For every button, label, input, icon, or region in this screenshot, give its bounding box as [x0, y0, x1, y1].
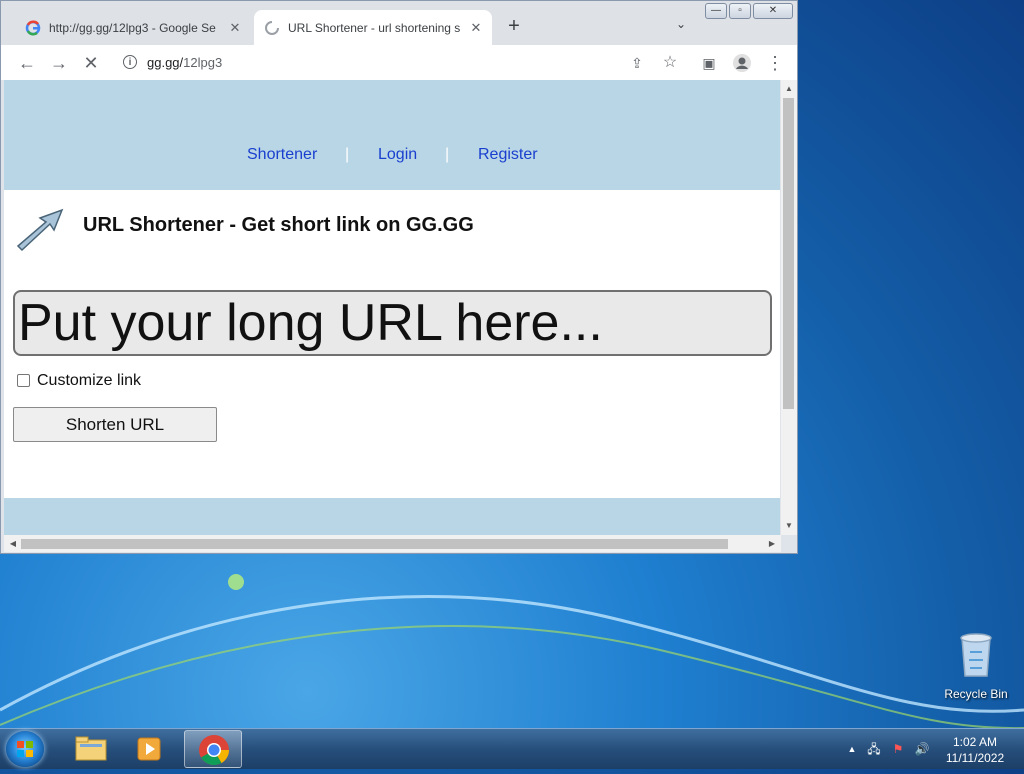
site-footer-band [4, 498, 780, 535]
back-arrow-icon[interactable]: ← [17, 53, 37, 73]
network-icon[interactable]: 🖧 [866, 741, 882, 757]
minimize-button[interactable]: — [705, 3, 727, 19]
show-hidden-icons-icon[interactable]: ▲ [844, 741, 860, 757]
scroll-right-icon[interactable]: ▶ [765, 535, 779, 552]
customize-link-checkbox[interactable] [17, 374, 30, 387]
browser-toolbar: ← → ✕ i gg.gg/12lpg3 ⇪ ☆ ▣ ⋮ [1, 45, 797, 80]
tab-google-search[interactable]: http://gg.gg/12lpg3 - Google Se ✕ [15, 10, 251, 45]
stop-loading-icon[interactable]: ✕ [81, 53, 101, 73]
share-icon[interactable]: ⇪ [627, 53, 647, 73]
horizontal-scroll-thumb[interactable] [21, 539, 728, 549]
tab-close-icon[interactable]: ✕ [227, 20, 243, 36]
tab-close-icon[interactable]: ✕ [468, 20, 484, 36]
nav-register-link[interactable]: Register [478, 146, 538, 164]
taskbar-explorer-button[interactable] [62, 730, 120, 768]
chrome-icon [199, 735, 229, 766]
clock-date: 11/11/2022 [945, 751, 1005, 765]
url-path: 12lpg3 [183, 55, 223, 70]
side-panel-icon[interactable]: ▣ [699, 53, 719, 73]
nav-separator: | [345, 146, 350, 163]
scroll-up-icon[interactable]: ▲ [781, 82, 797, 96]
loading-spinner-icon [265, 20, 279, 35]
volume-icon[interactable]: 🔊 [914, 741, 930, 757]
new-tab-button[interactable]: + [504, 16, 524, 36]
tab-strip: http://gg.gg/12lpg3 - Google Se ✕ URL Sh… [1, 1, 797, 45]
desktop-wallpaper-swoosh [0, 574, 1024, 730]
taskbar: ▲ 🖧 ⚑ 🔊 1:02 AM 11/11/2022 [0, 728, 1024, 769]
horizontal-scrollbar[interactable]: ◀ ▶ [4, 535, 781, 552]
recycle-bin-label: Recycle Bin [944, 687, 1008, 701]
url-host: gg.gg/ [147, 55, 184, 70]
folder-icon [75, 736, 107, 761]
site-info-icon[interactable]: i [123, 55, 137, 69]
scroll-left-icon[interactable]: ◀ [6, 535, 20, 552]
system-clock[interactable]: 1:02 AM 11/11/2022 [940, 734, 1010, 766]
site-logo-arrow-icon [16, 208, 64, 252]
customize-link-label[interactable]: Customize link [37, 372, 141, 390]
page-viewport: Shortener | Login | Register URL Shorten… [4, 80, 780, 535]
maximize-button[interactable]: ▫ [729, 3, 751, 19]
start-button[interactable] [6, 731, 44, 767]
tab-title: URL Shortener - url shortening s [288, 20, 461, 35]
nav-separator: | [445, 146, 450, 163]
bookmark-star-icon[interactable]: ☆ [660, 53, 680, 73]
address-url[interactable]: gg.gg/12lpg3 [147, 49, 222, 77]
taskbar-chrome-button[interactable] [184, 730, 242, 768]
page-title: URL Shortener - Get short link on GG.GG [83, 214, 474, 236]
close-window-button[interactable]: ✕ [753, 3, 793, 19]
tab-url-shortener[interactable]: URL Shortener - url shortening s ✕ [254, 10, 492, 45]
nav-login-link[interactable]: Login [378, 146, 417, 164]
scroll-down-icon[interactable]: ▼ [781, 519, 797, 533]
recycle-bin-icon [960, 633, 992, 677]
recycle-bin-desktop-icon[interactable]: Recycle Bin [940, 630, 1012, 701]
action-center-flag-icon[interactable]: ⚑ [890, 741, 906, 757]
clock-time: 1:02 AM [952, 735, 998, 749]
browser-window: http://gg.gg/12lpg3 - Google Se ✕ URL Sh… [0, 0, 798, 554]
vertical-scroll-thumb[interactable] [783, 98, 794, 409]
tab-title: http://gg.gg/12lpg3 - Google Se [49, 20, 216, 35]
forward-arrow-icon[interactable]: → [49, 53, 69, 73]
windows-logo-icon [17, 741, 33, 757]
site-nav-band: Shortener | Login | Register [4, 80, 780, 190]
tab-search-chevron-icon[interactable]: ⌄ [673, 17, 689, 33]
nav-shortener-link[interactable]: Shortener [247, 146, 317, 164]
long-url-input[interactable]: Put your long URL here... [13, 290, 772, 356]
google-favicon-icon [25, 20, 41, 35]
vertical-scrollbar[interactable]: ▲ ▼ [781, 80, 797, 535]
profile-avatar-icon[interactable] [732, 53, 752, 73]
taskbar-media-player-button[interactable] [122, 730, 180, 768]
media-player-icon [137, 737, 161, 761]
address-bar[interactable]: i gg.gg/12lpg3 [113, 49, 693, 77]
shorten-url-button[interactable]: Shorten URL [13, 407, 217, 442]
menu-kebab-icon[interactable]: ⋮ [765, 53, 785, 73]
